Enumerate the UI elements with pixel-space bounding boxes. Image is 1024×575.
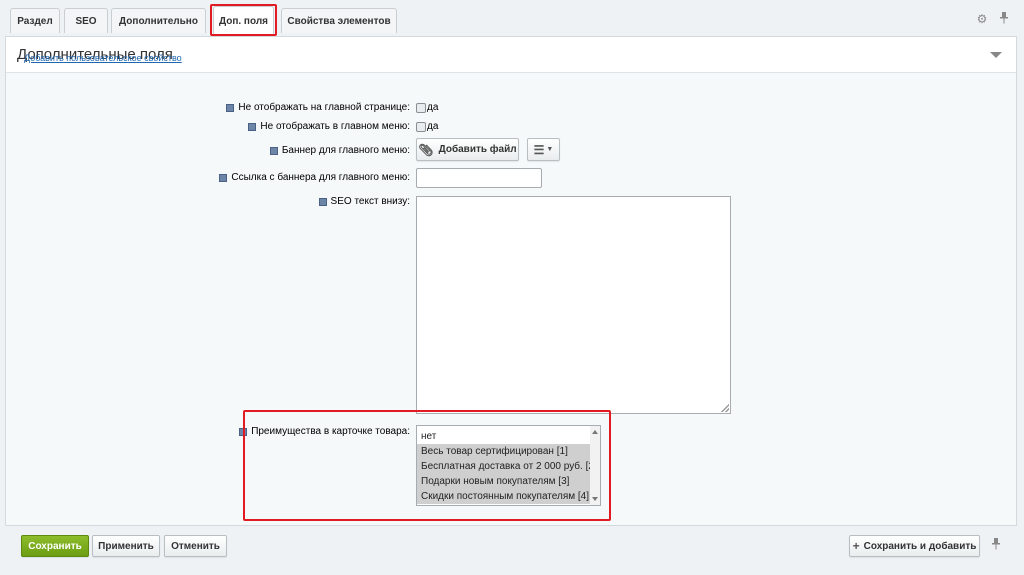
advantages-label: Преимущества в карточке товара: [239,426,410,437]
banner-link-label: Ссылка с баннера для главного меню: [219,172,410,183]
file-menu-button[interactable]: ☰ ▼ [527,138,560,161]
add-custom-property-link[interactable]: Добавить пользовательское свойство [24,53,182,63]
collapse-arrow-icon[interactable] [990,52,1002,58]
list-item[interactable]: Подарки новым покупателям [3] [417,474,590,489]
list-item[interactable]: Скидки постоянным покупателям [4] [417,489,590,504]
save-and-add-button[interactable]: + Сохранить и добавить [849,535,980,557]
tab-seo[interactable]: SEO [64,8,108,33]
tab-element-properties[interactable]: Свойства элементов [281,8,397,33]
pin-icon[interactable] [997,12,1011,26]
pin-icon[interactable] [989,538,1003,552]
hint-icon[interactable] [318,197,327,206]
add-file-button[interactable]: 📎︎ Добавить файл [416,138,519,161]
seo-text-textarea[interactable] [416,196,731,414]
tab-extra-fields[interactable]: Доп. поля [213,6,274,35]
listbox-scrollbar[interactable] [590,426,600,505]
list-item[interactable]: Бесплатная доставка от 2 000 руб. [2] [417,459,597,474]
hide-main-page-label: Не отображать на главной странице: [226,102,410,113]
list-item[interactable]: Весь товар сертифицирован [1] [417,444,590,459]
checkbox-label: да [427,102,439,113]
hint-icon[interactable] [248,122,257,131]
cancel-button[interactable]: Отменить [164,535,227,557]
gear-icon[interactable]: ⚙ [975,12,989,26]
seo-text-label: SEO текст внизу: [318,196,410,207]
tab-section[interactable]: Раздел [10,8,60,33]
checkbox-label: да [427,121,439,132]
hint-icon[interactable] [239,427,248,436]
menu-icon: ☰ [533,142,545,157]
apply-button[interactable]: Применить [92,535,160,557]
hide-main-menu-checkbox-wrap: да [416,121,438,132]
plus-icon: + [852,539,860,553]
hide-main-menu-checkbox[interactable] [416,121,426,132]
footer-bar: Сохранить Применить Отменить + Сохранить… [0,526,1024,575]
list-item[interactable]: нет [417,429,590,444]
hide-main-page-checkbox-wrap: да [416,102,438,113]
hide-main-page-checkbox[interactable] [416,102,426,113]
advantages-select[interactable]: нет Весь товар сертифицирован [1] Беспла… [416,425,601,506]
scroll-up-icon[interactable] [592,430,598,434]
paperclip-icon: 📎︎ [418,142,434,157]
hint-icon[interactable] [226,103,235,112]
resize-grip-icon[interactable] [721,404,729,412]
save-button[interactable]: Сохранить [21,535,89,557]
hint-icon[interactable] [219,173,228,182]
banner-label: Баннер для главного меню: [269,145,410,156]
tab-bar: Раздел SEO Дополнительно Доп. поля Свойс… [0,0,1024,36]
hide-main-menu-label: Не отображать в главном меню: [248,121,410,132]
scroll-down-icon[interactable] [592,497,598,501]
banner-link-input[interactable] [416,168,542,188]
chevron-down-icon: ▼ [546,146,554,153]
hint-icon[interactable] [269,146,278,155]
tab-additional[interactable]: Дополнительно [111,8,206,33]
